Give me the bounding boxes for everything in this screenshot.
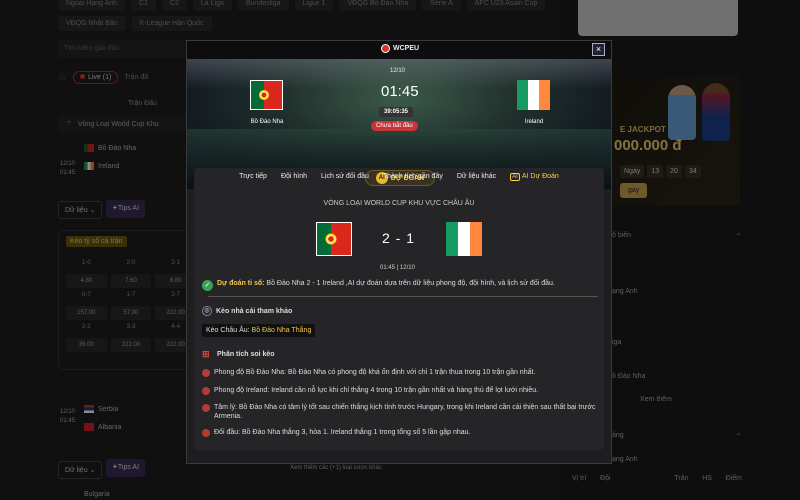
brand-name: WCPEU: [393, 45, 420, 52]
ai-prediction-panel: AI DỰ ĐOÁN VÒNG LOẠI WORLD CUP KHU VỰC C…: [194, 168, 604, 450]
tab-lineup[interactable]: Đội hình: [274, 169, 314, 189]
score-prediction: ✓ Dự đoán tỉ số: Bồ Đào Nha 2 - 1 Irelan…: [202, 280, 594, 291]
prediction-label: Dự đoán tỉ số:: [217, 280, 265, 287]
bullet-icon: [202, 429, 210, 437]
status-badge: Chưa bắt đầu: [371, 121, 418, 131]
bullet-icon: [202, 369, 210, 377]
prediction-text: Bồ Đào Nha 2 - 1 Ireland ,AI dự đoán dựa…: [266, 280, 555, 287]
odds-label: Kèo Châu Âu:: [206, 327, 250, 334]
tab-ai-prediction[interactable]: AI AI Dự Đoán: [503, 169, 566, 189]
analysis-item: Tâm lý: Bồ Đào Nha có tâm lý tốt sau chi…: [202, 403, 598, 421]
match-date: 12/10: [390, 68, 406, 74]
analysis-text: Đối đầu: Bồ Đào Nha thắng 3, hòa 1. Irel…: [214, 429, 471, 436]
ireland-flag-icon: [446, 222, 482, 256]
away-team-name: Ireland: [524, 119, 544, 125]
portugal-flag-icon: [316, 222, 352, 256]
analysis-text: Phong độ Bồ Đào Nha: Bồ Đào Nha có phong…: [214, 369, 536, 376]
tab-other-data[interactable]: Dữ liệu khác: [450, 169, 503, 189]
match-detail-modal: WCPEU × Bồ Đào Nha 12/10 01:45 39:05:35 …: [186, 40, 612, 464]
analysis-item: Phong độ Ireland: Ireland cần nỗ lực khi…: [202, 386, 598, 395]
analysis-chart-icon: ⊞: [202, 349, 210, 359]
divider: [208, 296, 598, 297]
match-time: 01:45 | 12/10: [380, 265, 415, 271]
check-circle-icon: ✓: [202, 280, 213, 291]
analysis-item: Đối đầu: Bồ Đào Nha thắng 3, hòa 1. Irel…: [202, 428, 598, 437]
tab-head-to-head[interactable]: Lịch sử đối đầu: [314, 169, 376, 189]
ireland-flag-icon: [517, 80, 550, 110]
bullet-icon: [202, 404, 210, 412]
tab-ai-prediction-label: AI Dự Đoán: [521, 173, 559, 180]
target-icon: ◎: [202, 306, 212, 316]
modal-tabs: Trực tiếp Đội hình Lịch sử đối đầu Thành…: [187, 169, 611, 189]
countdown-timer: 39:05:35: [379, 107, 414, 117]
section-title: Kèo nhà cái tham khảo: [216, 307, 293, 315]
brand-logo-icon: [381, 44, 390, 53]
match-hero: Bồ Đào Nha 12/10 01:45 39:05:35 Chưa bắt…: [187, 59, 611, 189]
competition-name: VÒNG LOẠI WORLD CUP KHU VỰC CHÂU ÂU: [323, 200, 475, 207]
prediction-text-wrap: Dự đoán tỉ số: Bồ Đào Nha 2 - 1 Ireland …: [217, 280, 555, 287]
analysis-title: ⊞ Phân tích soi kèo: [202, 349, 275, 360]
predicted-score: 2 - 1: [382, 230, 416, 246]
ai-icon: AI: [510, 173, 520, 181]
section-title: Phân tích soi kèo: [217, 351, 275, 358]
analysis-text: Tâm lý: Bồ Đào Nha có tâm lý tốt sau chi…: [214, 404, 596, 420]
european-odds-box: Kèo Châu Âu: Bồ Đào Nha Thắng: [202, 324, 316, 337]
bookmaker-odds-title: ◎ Kèo nhà cái tham khảo: [202, 306, 292, 316]
tab-recent-form[interactable]: Thành tích gần đây: [376, 169, 450, 189]
home-team-name: Bồ Đào Nha: [250, 119, 284, 125]
analysis-text: Phong độ Ireland: Ireland cần nỗ lực khi…: [214, 387, 539, 394]
close-button[interactable]: ×: [592, 43, 605, 56]
bullet-icon: [202, 387, 210, 395]
portugal-flag-icon: [250, 80, 283, 110]
odds-value: Bồ Đào Nha Thắng: [251, 327, 312, 334]
tab-live[interactable]: Trực tiếp: [232, 169, 274, 189]
brand: WCPEU: [381, 44, 419, 53]
modal-topbar: WCPEU ×: [187, 41, 611, 59]
kickoff-time: 01:45: [381, 83, 419, 100]
analysis-item: Phong độ Bồ Đào Nha: Bồ Đào Nha có phong…: [202, 368, 598, 377]
